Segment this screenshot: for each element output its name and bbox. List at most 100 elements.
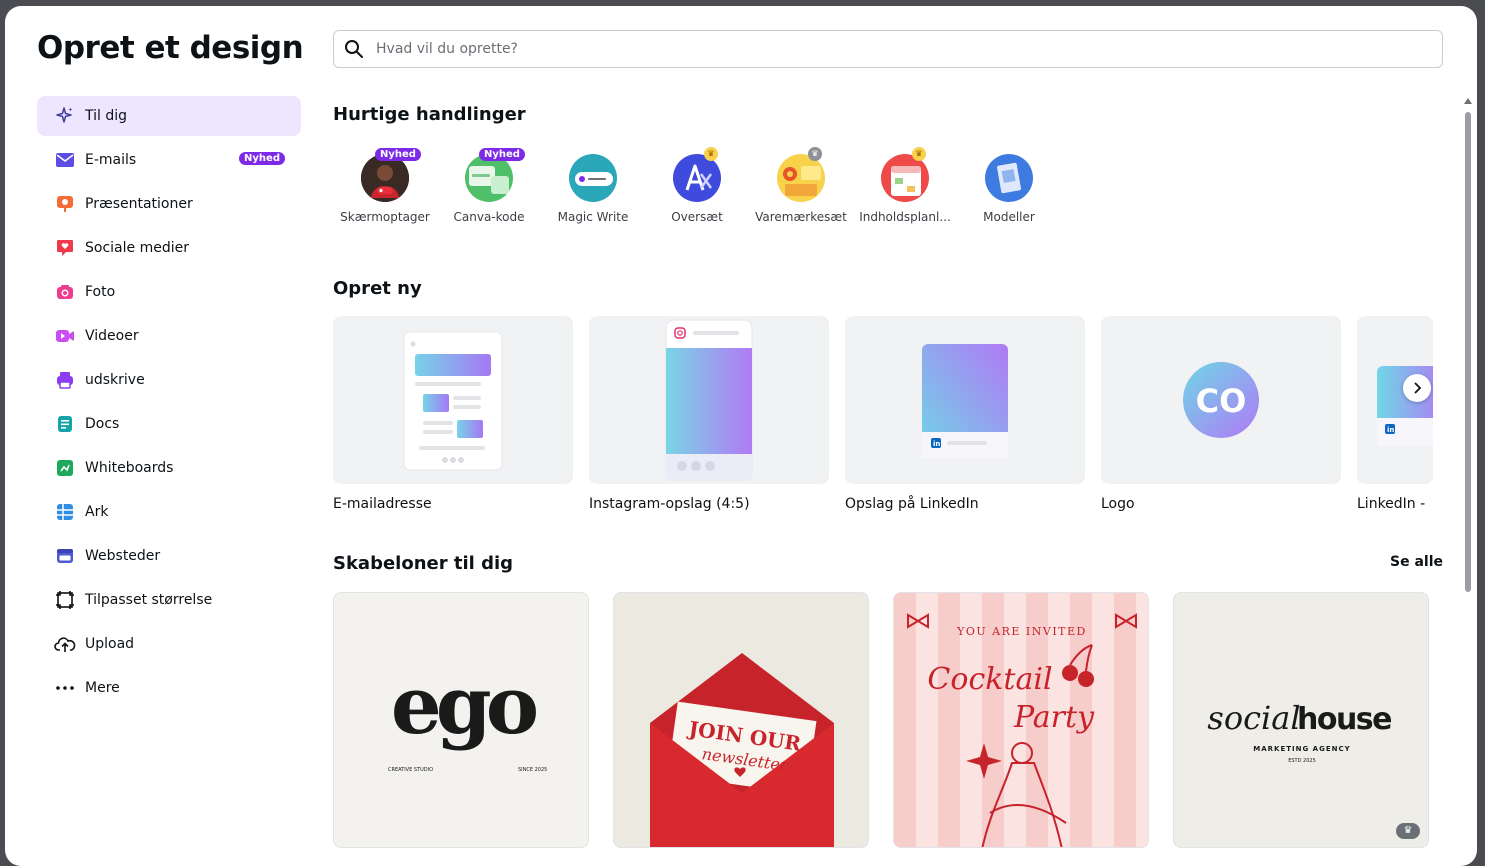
template-card-cocktail-party[interactable]: YOU ARE INVITED Cocktail Party: [893, 592, 1149, 848]
camera-icon: [53, 280, 77, 304]
new-badge: Nyhed: [479, 148, 525, 161]
email-thumbnail: [403, 331, 503, 471]
heart-chat-icon: [53, 236, 77, 260]
svg-text:SINCE 2025: SINCE 2025: [518, 767, 547, 773]
linkedin-thumbnail: in: [922, 344, 1008, 458]
sidebar-item-e-mails[interactable]: E-mails Nyhed: [37, 140, 301, 180]
create-card-linkedin[interactable]: in: [845, 316, 1085, 484]
scroll-up-arrow-icon[interactable]: [1464, 98, 1472, 104]
quick-action-content-planner[interactable]: ♛ Indholdsplanl...: [853, 147, 957, 224]
new-badge: Nyhed: [375, 148, 421, 161]
svg-text:MARKETING AGENCY: MARKETING AGENCY: [1253, 745, 1350, 753]
create-card-label: Opslag på LinkedIn: [845, 496, 979, 512]
sidebar-item-udskrive[interactable]: udskrive: [37, 360, 301, 400]
envelope-icon: [53, 148, 77, 172]
quick-action-magic-write[interactable]: Magic Write: [541, 154, 645, 224]
sidebar-item-label: Tilpasset størrelse: [85, 592, 213, 608]
chevron-right-icon: [1414, 382, 1422, 394]
template-thumbnail: ego CREATIVE STUDIO SINCE 2025: [388, 658, 547, 773]
sidebar-item-websteder[interactable]: Websteder: [37, 536, 301, 576]
scroll-thumb[interactable]: [1465, 112, 1471, 592]
video-camera-icon: [53, 324, 77, 348]
svg-text:in: in: [1387, 426, 1394, 434]
create-card-label: Logo: [1101, 496, 1135, 512]
sidebar-item-label: Sociale medier: [85, 240, 189, 256]
template-card-ego[interactable]: ego CREATIVE STUDIO SINCE 2025: [333, 592, 589, 848]
carousel-next-button[interactable]: [1403, 374, 1431, 402]
quick-action-label: Magic Write: [557, 210, 629, 224]
template-thumbnail: JOIN OUR newsletter: [650, 653, 834, 847]
sidebar-item-label: Upload: [85, 636, 135, 652]
sparkle-icon: [53, 104, 77, 128]
quick-action-label: Skærmoptager: [340, 210, 430, 224]
sidebar-item-label: Videoer: [85, 328, 139, 344]
create-design-dialog: Opret et design Til dig E-mails Nyhed P: [5, 6, 1477, 866]
sidebar-item-label: E-mails: [85, 152, 137, 168]
sidebar-item-tilpasset-stoerrelse[interactable]: Tilpasset størrelse: [37, 580, 301, 620]
create-card-instagram[interactable]: [589, 316, 829, 484]
quick-action-label: Modeller: [983, 210, 1035, 224]
quick-action-screen-recorder[interactable]: Nyhed Skærmoptager: [333, 148, 437, 224]
scrollbar[interactable]: [1463, 98, 1473, 866]
template-card-newsletter[interactable]: JOIN OUR newsletter: [613, 592, 869, 848]
svg-text:Cocktail: Cocktail: [927, 662, 1052, 697]
dialog-title: Opret et design: [37, 30, 304, 66]
quick-action-translate[interactable]: ♛ Oversæt: [645, 147, 749, 224]
mockups-icon: [985, 154, 1033, 202]
quick-action-mockups[interactable]: Modeller: [957, 154, 1061, 224]
instagram-thumbnail: [665, 319, 753, 481]
sidebar-item-foto[interactable]: Foto: [37, 272, 301, 312]
svg-text:CREATIVE STUDIO: CREATIVE STUDIO: [388, 767, 433, 773]
see-all-link[interactable]: Se alle: [1390, 554, 1443, 570]
more-dots-icon: [53, 676, 77, 700]
sidebar-item-praesentationer[interactable]: Præsentationer: [37, 184, 301, 224]
sidebar-item-docs[interactable]: Docs: [37, 404, 301, 444]
translate-icon: ♛: [673, 147, 721, 202]
website-icon: [53, 544, 77, 568]
quick-action-label: Canva-kode: [453, 210, 525, 224]
quick-action-brand-kit[interactable]: ♛ Varemærkesæt: [749, 147, 853, 224]
resize-icon: [53, 588, 77, 612]
svg-text:ESTD 2025: ESTD 2025: [1288, 758, 1316, 764]
screen-recorder-icon: Nyhed: [361, 148, 421, 202]
create-card-email[interactable]: [333, 316, 573, 484]
sidebar-item-whiteboards[interactable]: Whiteboards: [37, 448, 301, 488]
magic-write-icon: [569, 154, 617, 202]
templates-title: Skabeloner til dig: [333, 553, 514, 574]
content-planner-icon: ♛: [881, 147, 929, 202]
sidebar-item-til-dig[interactable]: Til dig: [37, 96, 301, 136]
sidebar-item-label: udskrive: [85, 372, 145, 388]
sidebar-item-label: Whiteboards: [85, 460, 174, 476]
logo-text: CO: [1196, 382, 1247, 420]
sidebar-item-label: Websteder: [85, 548, 161, 564]
template-card-social-house[interactable]: social house MARKETING AGENCY ESTD 2025 …: [1173, 592, 1429, 848]
sidebar-item-upload[interactable]: Upload: [37, 624, 301, 664]
cloud-upload-icon: [53, 632, 77, 656]
category-sidebar: Til dig E-mails Nyhed Præsentationer Soc…: [37, 96, 301, 712]
new-badge: Nyhed: [239, 152, 285, 165]
create-new-title: Opret ny: [333, 278, 422, 299]
printer-icon: [53, 368, 77, 392]
quick-action-canva-code[interactable]: Nyhed Canva-kode: [437, 148, 541, 224]
template-thumbnail: social house MARKETING AGENCY ESTD 2025: [1207, 699, 1392, 764]
sidebar-item-mere[interactable]: Mere: [37, 668, 301, 708]
sidebar-item-videoer[interactable]: Videoer: [37, 316, 301, 356]
template-thumbnail: YOU ARE INVITED Cocktail Party: [894, 593, 1137, 847]
quick-actions-title: Hurtige handlinger: [333, 104, 526, 125]
quick-action-label: Indholdsplanl...: [859, 210, 951, 224]
svg-text:YOU ARE INVITED: YOU ARE INVITED: [956, 625, 1087, 638]
sidebar-item-sociale-medier[interactable]: Sociale medier: [37, 228, 301, 268]
brand-kit-icon: ♛: [777, 147, 825, 202]
sidebar-item-label: Præsentationer: [85, 196, 193, 212]
create-card-label: E-mailadresse: [333, 496, 432, 512]
main-content: Hurtige handlinger Nyhed Skærmoptager Ny…: [333, 6, 1443, 866]
sidebar-item-label: Mere: [85, 680, 120, 696]
create-card-label: Instagram-opslag (4:5): [589, 496, 750, 512]
whiteboard-icon: [53, 456, 77, 480]
crown-icon: ♛: [704, 147, 718, 161]
premium-crown-icon: ♛: [1396, 823, 1420, 839]
sidebar-item-ark[interactable]: Ark: [37, 492, 301, 532]
code-icon: Nyhed: [465, 148, 525, 202]
svg-text:social: social: [1207, 699, 1300, 737]
create-card-logo[interactable]: CO: [1101, 316, 1341, 484]
